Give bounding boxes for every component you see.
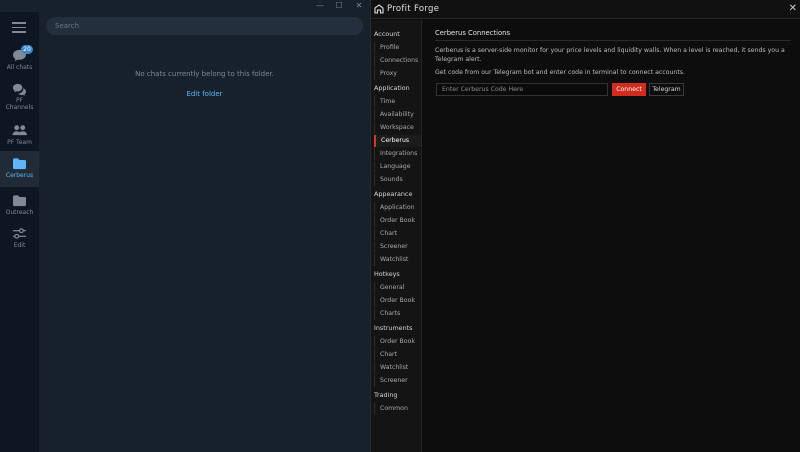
nav-category-account: Account — [374, 30, 400, 38]
hamburger-menu-icon[interactable] — [12, 22, 26, 34]
empty-folder-message: No chats currently belong to this folder… — [135, 70, 274, 78]
edit-folder-link[interactable]: Edit folder — [39, 90, 370, 98]
nav-item-hotkeys-general[interactable]: General — [374, 282, 421, 294]
telegram-window: — ☐ ✕ 20 All chats PF Channels PF Team C… — [0, 0, 370, 452]
folder-label: Outreach — [5, 209, 34, 216]
nav-category-application: Application — [374, 84, 410, 92]
chat-bubbles-icon — [13, 83, 27, 96]
section-title: Cerberus Connections — [435, 29, 511, 37]
nav-item-cerberus[interactable]: Cerberus — [374, 135, 421, 147]
unread-badge: 20 — [21, 45, 33, 54]
nav-item-sounds[interactable]: Sounds — [374, 174, 421, 186]
telegram-titlebar: — ☐ ✕ — [0, 0, 370, 12]
folder-sidebar: 20 All chats PF Channels PF Team Cerberu… — [0, 12, 39, 452]
folder-pf-channels[interactable]: PF Channels — [0, 79, 39, 115]
folder-label: Cerberus — [5, 172, 34, 179]
nav-item-profile[interactable]: Profile — [374, 42, 421, 54]
connect-button[interactable]: Connect — [612, 83, 646, 96]
profit-forge-titlebar: Profit Forge ✕ — [371, 0, 800, 19]
folder-label: Edit — [13, 242, 26, 249]
maximize-button[interactable]: ☐ — [329, 0, 349, 12]
nav-item-appearance-screener[interactable]: Screener — [374, 241, 421, 253]
section-divider — [435, 40, 791, 41]
nav-item-time[interactable]: Time — [374, 96, 421, 108]
folder-cerberus[interactable]: Cerberus — [0, 151, 39, 187]
nav-item-appearance-order-book[interactable]: Order Book — [374, 215, 421, 227]
nav-item-trading-common[interactable]: Common — [374, 403, 421, 415]
nav-item-language[interactable]: Language — [374, 161, 421, 173]
folder-pf-team[interactable]: PF Team — [0, 120, 39, 153]
nav-item-instruments-screener[interactable]: Screener — [374, 375, 421, 387]
folder-icon — [13, 195, 26, 207]
nav-item-hotkeys-order-book[interactable]: Order Book — [374, 295, 421, 307]
folder-edit[interactable]: Edit — [0, 222, 39, 255]
sliders-icon — [13, 228, 26, 239]
nav-category-instruments: Instruments — [374, 324, 413, 332]
people-icon — [12, 125, 27, 136]
settings-content: Cerberus Connections Cerberus is a serve… — [423, 20, 800, 452]
nav-item-connections[interactable]: Connections — [374, 55, 421, 67]
cerberus-instructions: Get code from our Telegram bot and enter… — [435, 69, 685, 76]
folder-outreach[interactable]: Outreach — [0, 188, 39, 221]
nav-item-instruments-watchlist[interactable]: Watchlist — [374, 362, 421, 374]
folder-all-chats[interactable]: 20 All chats — [0, 45, 39, 78]
nav-item-appearance-application[interactable]: Application — [374, 202, 421, 214]
cerberus-code-input[interactable] — [436, 83, 608, 96]
minimize-button[interactable]: — — [310, 0, 330, 12]
cerberus-description: Cerberus is a server-side monitor for yo… — [435, 47, 785, 63]
search-input[interactable] — [46, 17, 363, 35]
nav-item-integrations[interactable]: Integrations — [374, 148, 421, 160]
nav-item-proxy[interactable]: Proxy — [374, 68, 421, 80]
folder-label: PF Channels — [5, 97, 34, 111]
folder-label: PF Team — [7, 139, 32, 146]
folder-icon — [13, 158, 26, 170]
close-icon[interactable]: ✕ — [789, 3, 797, 15]
profit-forge-logo-icon — [374, 4, 384, 14]
nav-item-appearance-watchlist[interactable]: Watchlist — [374, 254, 421, 266]
nav-category-appearance: Appearance — [374, 190, 413, 198]
nav-item-hotkeys-charts[interactable]: Charts — [374, 308, 421, 320]
nav-item-workspace[interactable]: Workspace — [374, 122, 421, 134]
close-button[interactable]: ✕ — [349, 0, 369, 12]
nav-item-appearance-chart[interactable]: Chart — [374, 228, 421, 240]
folder-label: All chats — [6, 64, 33, 71]
nav-category-hotkeys: Hotkeys — [374, 270, 400, 278]
nav-item-availability[interactable]: Availability — [374, 109, 421, 121]
app-title: Profit Forge — [387, 4, 440, 14]
nav-item-instruments-order-book[interactable]: Order Book — [374, 336, 421, 348]
nav-item-instruments-chart[interactable]: Chart — [374, 349, 421, 361]
nav-category-trading: Trading — [374, 391, 398, 399]
telegram-button[interactable]: Telegram — [649, 83, 684, 96]
profit-forge-window: Profit Forge ✕ Account Profile Connectio… — [370, 0, 800, 452]
settings-sidebar: Account Profile Connections Proxy Applic… — [371, 20, 422, 452]
chat-list-panel: No chats currently belong to this folder… — [39, 12, 370, 452]
